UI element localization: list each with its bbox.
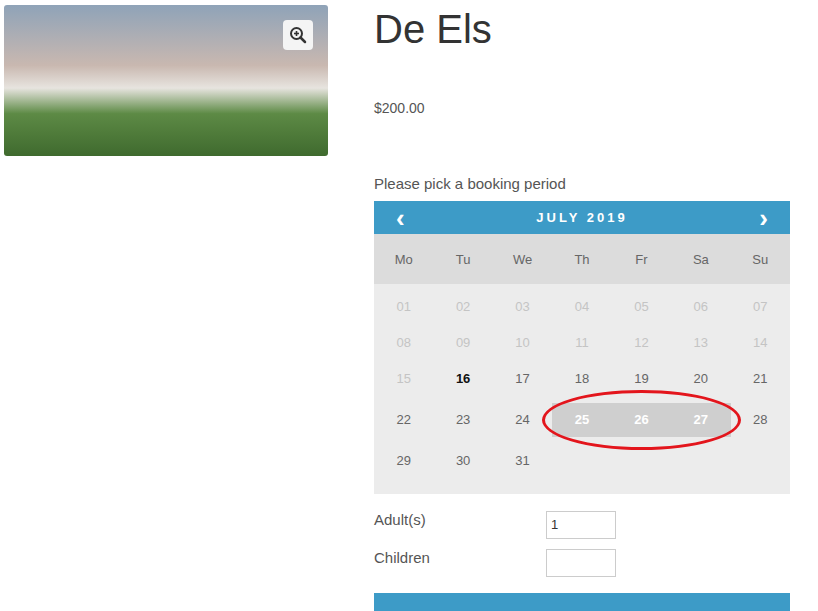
calendar-header: ‹ JULY 2019 › [374, 201, 790, 234]
zoom-button[interactable] [283, 20, 313, 50]
calendar-day[interactable]: 21 [731, 362, 790, 396]
field-label: Children [374, 549, 546, 567]
month-label: JULY 2019 [536, 210, 627, 225]
calendar-day: 15 [374, 362, 433, 396]
weekday-label: Sa [671, 252, 730, 267]
calendar-day: 06 [671, 290, 730, 324]
zoom-icon [289, 26, 307, 44]
calendar-week: 15161718192021 [374, 361, 790, 397]
next-month-button[interactable]: › [759, 203, 768, 233]
calendar-day[interactable]: 22 [374, 403, 433, 437]
calendar-day[interactable]: 23 [433, 403, 492, 437]
calendar-week: 22232425262728 [374, 397, 790, 443]
calendar-day: 13 [671, 326, 730, 360]
calendar-day[interactable]: 16 [433, 362, 492, 396]
calendar-day[interactable]: 29 [374, 444, 433, 478]
calendar-day: 01 [374, 290, 433, 324]
book-button[interactable] [374, 593, 790, 611]
guest-input[interactable] [546, 549, 616, 577]
calendar-day: 14 [731, 326, 790, 360]
weekday-label: Tu [433, 252, 492, 267]
prev-month-button[interactable]: ‹ [396, 203, 405, 233]
booking-prompt: Please pick a booking period [374, 174, 790, 194]
calendar-day: 07 [731, 290, 790, 324]
weekday-label: Th [552, 252, 611, 267]
calendar-day: 08 [374, 326, 433, 360]
calendar-day[interactable]: 26 [612, 403, 671, 437]
calendar-day: 11 [552, 326, 611, 360]
calendar-day[interactable]: 27 [671, 403, 730, 437]
calendar-day: 10 [493, 326, 552, 360]
annotation-ellipse [542, 390, 740, 450]
calendar-days: 0102030405060708091011121314151617181920… [374, 284, 790, 494]
product-title: De Els [374, 5, 790, 53]
calendar-day[interactable]: 31 [493, 444, 552, 478]
calendar-day[interactable]: 25 [552, 403, 611, 437]
calendar-day: 05 [612, 290, 671, 324]
calendar-day: 03 [493, 290, 552, 324]
weekday-label: We [493, 252, 552, 267]
calendar-day: 09 [433, 326, 492, 360]
weekday-label: Su [731, 252, 790, 267]
calendar-week: 08091011121314 [374, 325, 790, 361]
field-label: Adult(s) [374, 511, 546, 529]
calendar-day[interactable]: 30 [433, 444, 492, 478]
calendar-day[interactable]: 19 [612, 362, 671, 396]
product-photo [4, 5, 328, 156]
weekday-label: Fr [612, 252, 671, 267]
product-info: De Els $200.00 Please pick a booking perio… [374, 5, 790, 611]
booking-calendar: ‹JULY 2019›MoTuWeThFrSaSu010203040506070… [374, 201, 790, 494]
calendar-day[interactable]: 17 [493, 362, 552, 396]
calendar-day: 12 [612, 326, 671, 360]
calendar-day[interactable]: 24 [493, 403, 552, 437]
calendar-day: 02 [433, 290, 492, 324]
product-page: De Els $200.00 Please pick a booking perio… [0, 0, 818, 611]
guest-input[interactable]: 1 [546, 511, 616, 539]
calendar-day[interactable]: 28 [731, 403, 790, 437]
calendar-day[interactable]: 18 [552, 362, 611, 396]
weekday-row: MoTuWeThFrSaSu [374, 234, 790, 284]
product-price: $200.00 [374, 98, 790, 118]
calendar-day[interactable]: 20 [671, 362, 730, 396]
guest-fields: Adult(s)1Children [374, 511, 790, 577]
calendar-week: 293031 [374, 443, 790, 479]
calendar-day: 04 [552, 290, 611, 324]
calendar-week: 01020304050607 [374, 289, 790, 325]
weekday-label: Mo [374, 252, 433, 267]
